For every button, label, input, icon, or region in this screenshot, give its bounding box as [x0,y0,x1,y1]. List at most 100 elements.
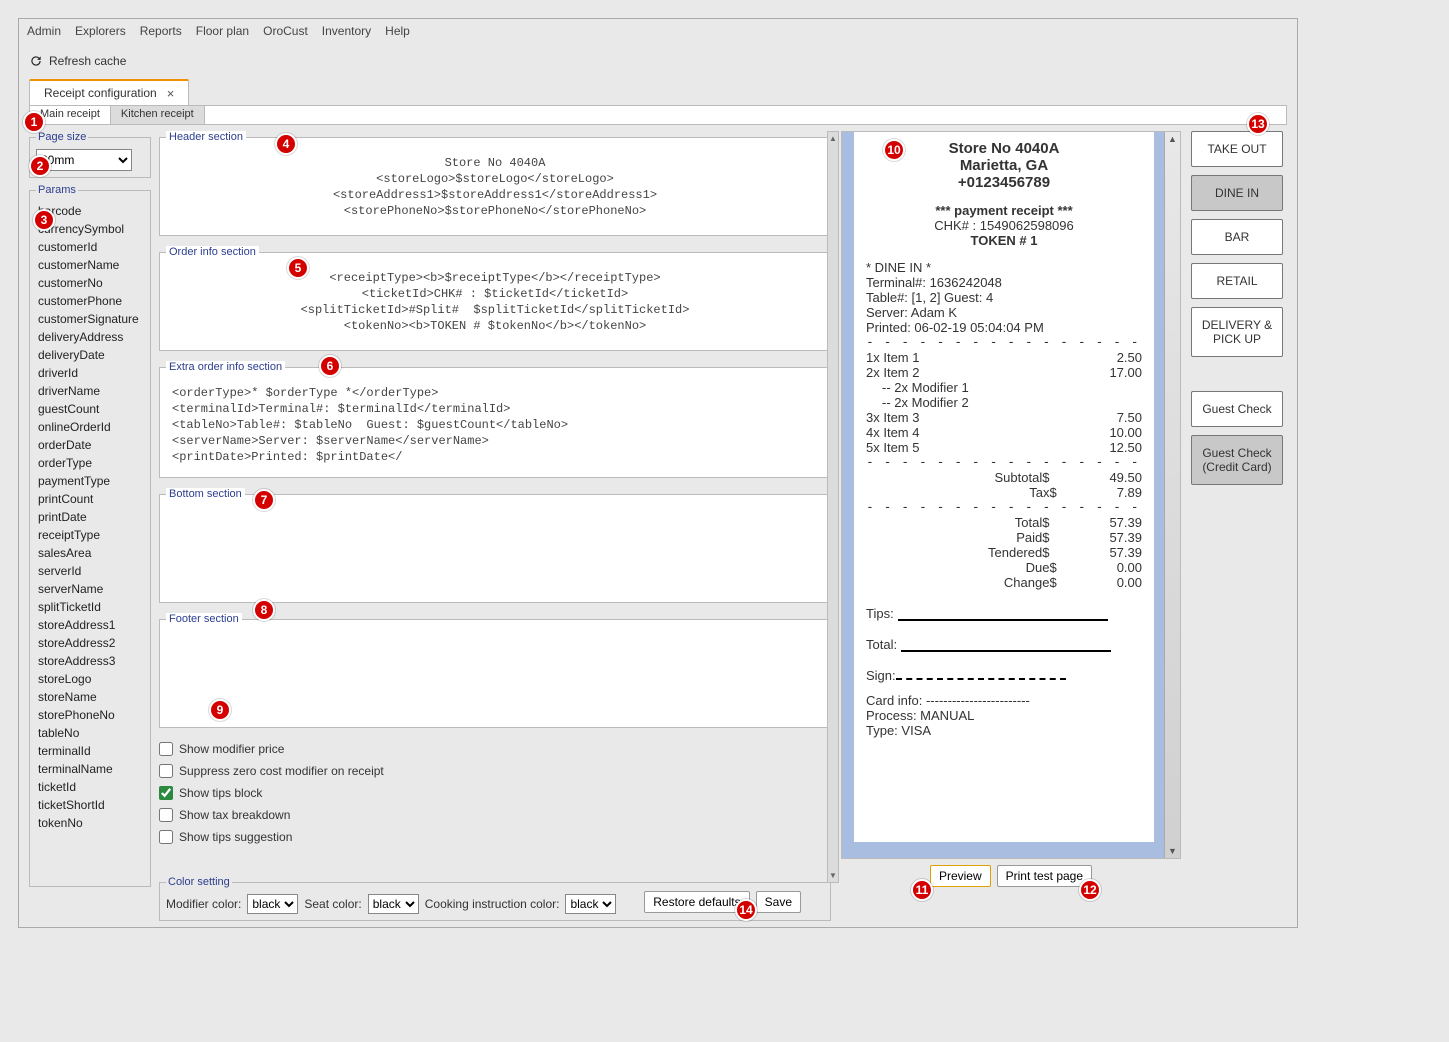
badge-12: 12 [1079,879,1101,901]
preview-printed: Printed: 06-02-19 05:04:04 PM [866,320,1142,335]
preview-ordertype: * DINE IN * [866,260,1142,275]
menu-floorplan[interactable]: Floor plan [196,24,249,38]
item-row: 5x Item 512.50 [866,440,1142,455]
btn-dinein[interactable]: DINE IN [1191,175,1283,211]
extra-legend: Extra order info section [166,361,285,373]
mod-row: -- 2x Modifier 1 [882,380,1142,395]
param-storeAddress3[interactable]: storeAddress3 [36,652,144,670]
badge-11: 11 [911,879,933,901]
preview-process: Process: MANUAL [866,708,1142,723]
footer-code[interactable] [166,631,824,721]
param-storeLogo[interactable]: storeLogo [36,670,144,688]
close-icon[interactable]: × [167,86,175,101]
param-paymentType[interactable]: paymentType [36,472,144,490]
preview-type: *** payment receipt *** [866,203,1142,218]
preview-button[interactable]: Preview [930,865,991,887]
btn-retail[interactable]: RETAIL [1191,263,1283,299]
opt-tax-breakdown[interactable]: Show tax breakdown [159,804,831,826]
param-orderDate[interactable]: orderDate [36,436,144,454]
btn-guestcheck[interactable]: Guest Check [1191,391,1283,427]
header-code[interactable]: Store No 4040A <storeLogo>$storeLogo</st… [166,149,824,229]
opt-suppress-zero[interactable]: Suppress zero cost modifier on receipt [159,760,831,782]
param-receiptType[interactable]: receiptType [36,526,144,544]
badge-6: 6 [319,355,341,377]
refresh-icon [29,54,43,68]
param-printDate[interactable]: printDate [36,508,144,526]
param-customerName[interactable]: customerName [36,256,144,274]
param-terminalId[interactable]: terminalId [36,742,144,760]
badge-3: 3 [33,209,55,231]
param-onlineOrderId[interactable]: onlineOrderId [36,418,144,436]
seat-color-select[interactable]: black [368,894,419,914]
preview-store: Store No 4040A [866,140,1142,157]
param-storeName[interactable]: storeName [36,688,144,706]
extra-code[interactable]: <orderType>* $orderType *</orderType> <t… [166,379,824,471]
bottom-code[interactable] [166,506,824,596]
param-serverName[interactable]: serverName [36,580,144,598]
param-guestCount[interactable]: guestCount [36,400,144,418]
param-storeAddress1[interactable]: storeAddress1 [36,616,144,634]
param-terminalName[interactable]: terminalName [36,760,144,778]
dash-1: - - - - - - - - - - - - - - - - - - - - … [866,335,1142,350]
footer-legend: Footer section [166,613,242,625]
preview-pane: Store No 4040A Marietta, GA +0123456789 … [841,131,1181,859]
params-list[interactable]: barcodecurrencySymbolcustomerIdcustomerN… [36,202,144,880]
opt-modifier-price[interactable]: Show modifier price [159,738,831,760]
order-code[interactable]: <receiptType><b>$receiptType</b></receip… [166,264,824,344]
opt-show-tips[interactable]: Show tips block [159,782,831,804]
save-button[interactable]: Save [756,891,801,913]
extra-section: Extra order info section <orderType>* $o… [159,361,831,478]
refresh-button[interactable]: Refresh cache [49,54,126,68]
menu-inventory[interactable]: Inventory [322,24,371,38]
subtab-kitchen[interactable]: Kitchen receipt [111,106,205,124]
param-storePhoneNo[interactable]: storePhoneNo [36,706,144,724]
menu-orocust[interactable]: OroCust [263,24,308,38]
param-splitTicketId[interactable]: splitTicketId [36,598,144,616]
preview-city: Marietta, GA [866,157,1142,174]
btn-bar[interactable]: BAR [1191,219,1283,255]
order-legend: Order info section [166,246,259,258]
param-tableNo[interactable]: tableNo [36,724,144,742]
tab-receipt-config[interactable]: Receipt configuration × [29,79,189,105]
modifier-color-select[interactable]: black [247,894,298,914]
param-salesArea[interactable]: salesArea [36,544,144,562]
params-legend: Params [36,184,78,196]
param-serverId[interactable]: serverId [36,562,144,580]
param-ticketShortId[interactable]: ticketShortId [36,796,144,814]
param-tokenNo[interactable]: tokenNo [36,814,144,832]
inner-scrollbar[interactable] [827,131,839,883]
param-storeAddress2[interactable]: storeAddress2 [36,634,144,652]
btn-delivery[interactable]: DELIVERY & PICK UP [1191,307,1283,357]
param-deliveryAddress[interactable]: deliveryAddress [36,328,144,346]
param-orderType[interactable]: orderType [36,454,144,472]
param-customerId[interactable]: customerId [36,238,144,256]
cooking-color-select[interactable]: black [565,894,616,914]
preview-scrollbar[interactable] [1164,132,1180,858]
menu-admin[interactable]: Admin [27,24,61,38]
menu-explorers[interactable]: Explorers [75,24,126,38]
opt-tips-suggestion[interactable]: Show tips suggestion [159,826,831,848]
param-driverName[interactable]: driverName [36,382,144,400]
param-customerSignature[interactable]: customerSignature [36,310,144,328]
param-ticketId[interactable]: ticketId [36,778,144,796]
color-legend: Color setting [166,876,232,888]
print-test-button[interactable]: Print test page [997,865,1092,887]
badge-14: 14 [735,899,757,921]
menu-reports[interactable]: Reports [140,24,182,38]
badge-5: 5 [287,257,309,279]
bottom-legend: Bottom section [166,488,245,500]
preview-table: Table#: [1, 2] Guest: 4 [866,290,1142,305]
item-row: 4x Item 410.00 [866,425,1142,440]
receipt-preview: Store No 4040A Marietta, GA +0123456789 … [854,132,1154,842]
restore-button[interactable]: Restore defaults [644,891,749,913]
menubar[interactable]: Admin Explorers Reports Floor plan OroCu… [19,19,1297,43]
preview-terminal: Terminal#: 1636242048 [866,275,1142,290]
param-printCount[interactable]: printCount [36,490,144,508]
param-customerNo[interactable]: customerNo [36,274,144,292]
menu-help[interactable]: Help [385,24,410,38]
btn-guestcheck-cc[interactable]: Guest Check (Credit Card) [1191,435,1283,485]
param-deliveryDate[interactable]: deliveryDate [36,346,144,364]
btn-takeout[interactable]: TAKE OUT [1191,131,1283,167]
param-driverId[interactable]: driverId [36,364,144,382]
param-customerPhone[interactable]: customerPhone [36,292,144,310]
